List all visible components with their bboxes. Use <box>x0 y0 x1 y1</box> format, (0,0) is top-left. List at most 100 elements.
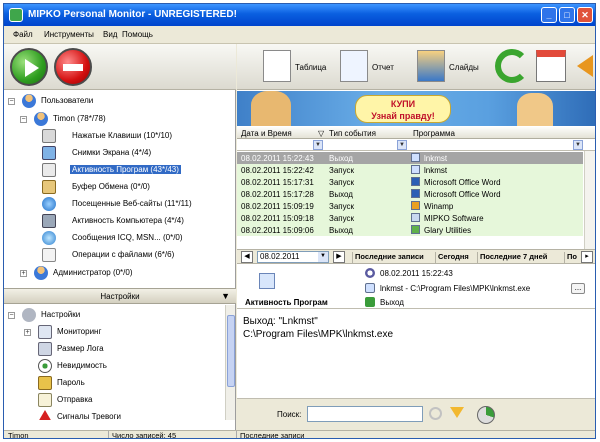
banner-text: КУПИ Узнай правду! <box>355 95 451 123</box>
app-icon <box>9 8 23 22</box>
table-row[interactable]: 08.02.2011 15:22:43 Выход lnkmst <box>237 152 583 164</box>
users-icon <box>22 94 36 108</box>
settings-tree: − Настройки + Мониторинг Размер Лога Нев… <box>4 305 226 420</box>
column-program[interactable]: Программа <box>413 129 455 138</box>
scrollbar-thumb[interactable] <box>227 315 235 387</box>
next-date-button[interactable]: ▶ <box>333 251 345 263</box>
status-divider <box>108 431 109 438</box>
filter-icon[interactable] <box>450 407 464 418</box>
user-icon <box>34 112 48 126</box>
view-toolbar: Таблица Отчет Слайды <box>237 44 595 90</box>
settings-scrollbar[interactable] <box>225 305 235 420</box>
disk-icon <box>38 342 52 356</box>
ad-banner[interactable]: КУПИ Узнай правду! <box>237 91 595 126</box>
tab-period[interactable]: По <box>564 252 579 264</box>
start-monitoring-button[interactable] <box>10 48 48 86</box>
table-scrollbar[interactable] <box>584 151 595 249</box>
close-button[interactable]: ✕ <box>577 7 593 23</box>
tree-admin-label: Администратор (0*/0) <box>53 268 133 277</box>
stop-monitoring-button[interactable] <box>54 48 92 86</box>
table-row[interactable]: 08.02.2011 15:09:06 Выход Glary Utilitie… <box>237 224 583 236</box>
slides-icon <box>417 50 445 82</box>
window-icon <box>42 163 56 177</box>
program-icon <box>411 165 420 174</box>
calendar-icon[interactable] <box>536 50 566 82</box>
details-more-button[interactable]: ... <box>571 283 585 294</box>
collapse-icon[interactable]: − <box>8 312 15 319</box>
table-header: Дата и Время ▽ Тип события Программа <box>237 127 595 139</box>
filter-dropdown-type[interactable]: ▼ <box>397 140 407 150</box>
search-input[interactable] <box>307 406 423 422</box>
table-row[interactable]: 08.02.2011 15:17:28 Выход Microsoft Offi… <box>237 188 583 200</box>
column-event-type[interactable]: Тип события <box>329 129 376 138</box>
warning-icon <box>38 410 52 420</box>
table-row[interactable]: 08.02.2011 15:09:19 Запуск Winamp <box>237 200 583 212</box>
envelope-icon <box>38 393 52 407</box>
slides-view-button[interactable]: Слайды <box>417 48 483 86</box>
collapse-icon[interactable]: − <box>8 98 15 105</box>
event-text-line: C:\Program Files\MPK\lnkmst.exe <box>243 329 394 340</box>
tab-last-records[interactable]: Последние записи <box>352 252 426 264</box>
detail-path: lnkmst - C:\Program Files\MPK\lnkmst.exe <box>380 284 531 293</box>
tab-today[interactable]: Сегодня <box>435 252 471 264</box>
event-text-view[interactable]: Выход: "Lnkmst" C:\Program Files\MPK\lnk… <box>237 310 595 398</box>
collapse-icon[interactable]: − <box>20 116 27 123</box>
arrow-left-icon[interactable] <box>577 55 593 77</box>
chevron-down-icon[interactable]: ▼ <box>318 252 328 262</box>
search-bar: Поиск: <box>237 398 595 430</box>
table-view-button[interactable]: Таблица <box>263 48 333 86</box>
clock-icon <box>365 268 375 278</box>
statistics-icon[interactable] <box>477 406 495 424</box>
wrench-icon <box>22 308 36 322</box>
filter-dropdown-program[interactable]: ▼ <box>573 140 583 150</box>
messenger-icon <box>42 231 56 245</box>
menu-view[interactable]: Вид <box>103 30 117 39</box>
prev-date-button[interactable]: ◀ <box>241 251 253 263</box>
status-mode: Последние записи <box>240 431 305 439</box>
table-row[interactable]: 08.02.2011 15:22:42 Запуск lnkmst <box>237 164 583 176</box>
detail-timestamp: 08.02.2011 15:22:43 <box>380 269 453 278</box>
keyboard-icon <box>42 129 56 143</box>
word-icon <box>411 189 420 198</box>
event-detail-panel: Активность Програм 08.02.2011 15:22:43 l… <box>237 265 595 309</box>
menu-file[interactable]: Файл <box>13 30 33 39</box>
minimize-button[interactable]: _ <box>541 7 557 23</box>
table-row[interactable]: 08.02.2011 15:09:18 Запуск MIPKO Softwar… <box>237 212 583 224</box>
settings-header[interactable]: Настройки ▼ <box>4 288 236 304</box>
exit-icon <box>365 297 375 307</box>
computer-icon <box>42 214 56 228</box>
word-icon <box>411 177 420 186</box>
maximize-button[interactable]: □ <box>559 7 575 23</box>
globe-icon <box>42 197 56 211</box>
scroll-tabs-button[interactable]: ▸ <box>581 251 593 263</box>
refresh-icon[interactable] <box>495 49 529 83</box>
banner-figure-right <box>517 93 553 126</box>
monitor-icon <box>38 325 52 339</box>
detail-title: Активность Програм <box>245 298 328 307</box>
right-pane: Таблица Отчет Слайды КУПИ Узнай правду! <box>237 44 595 430</box>
menu-tools[interactable]: Инструменты <box>44 30 94 39</box>
filter-dropdown-datetime[interactable]: ▼ <box>313 140 323 150</box>
menu-help[interactable]: Помощь <box>122 30 153 39</box>
report-view-button[interactable]: Отчет <box>340 48 402 86</box>
glary-icon <box>411 225 420 234</box>
date-picker[interactable]: 08.02.2011 ▼ <box>257 251 329 263</box>
event-text-line: Выход: "Lnkmst" <box>243 316 318 327</box>
left-toolbar <box>4 44 236 90</box>
status-record-count: Число записей: 45 <box>112 431 177 439</box>
column-datetime[interactable]: Дата и Время <box>241 129 292 138</box>
filter-icon[interactable]: ▽ <box>318 129 324 138</box>
tab-last-7-days[interactable]: Последние 7 дней <box>477 252 549 264</box>
window-title: MIPKO Personal Monitor - UNREGISTERED! <box>28 9 237 20</box>
program-icon <box>411 153 420 162</box>
expand-icon[interactable]: + <box>24 329 31 336</box>
report-icon <box>340 50 368 82</box>
chevron-down-icon[interactable]: ▼ <box>221 289 230 304</box>
eye-icon <box>38 359 52 373</box>
search-icon[interactable] <box>429 407 442 420</box>
status-bar: Timon Число записей: 45 Последние записи <box>4 430 595 439</box>
expand-icon[interactable]: + <box>20 270 27 277</box>
program-icon <box>411 213 420 222</box>
table-row[interactable]: 08.02.2011 15:17:31 Запуск Microsoft Off… <box>237 176 583 188</box>
status-divider <box>236 431 237 438</box>
